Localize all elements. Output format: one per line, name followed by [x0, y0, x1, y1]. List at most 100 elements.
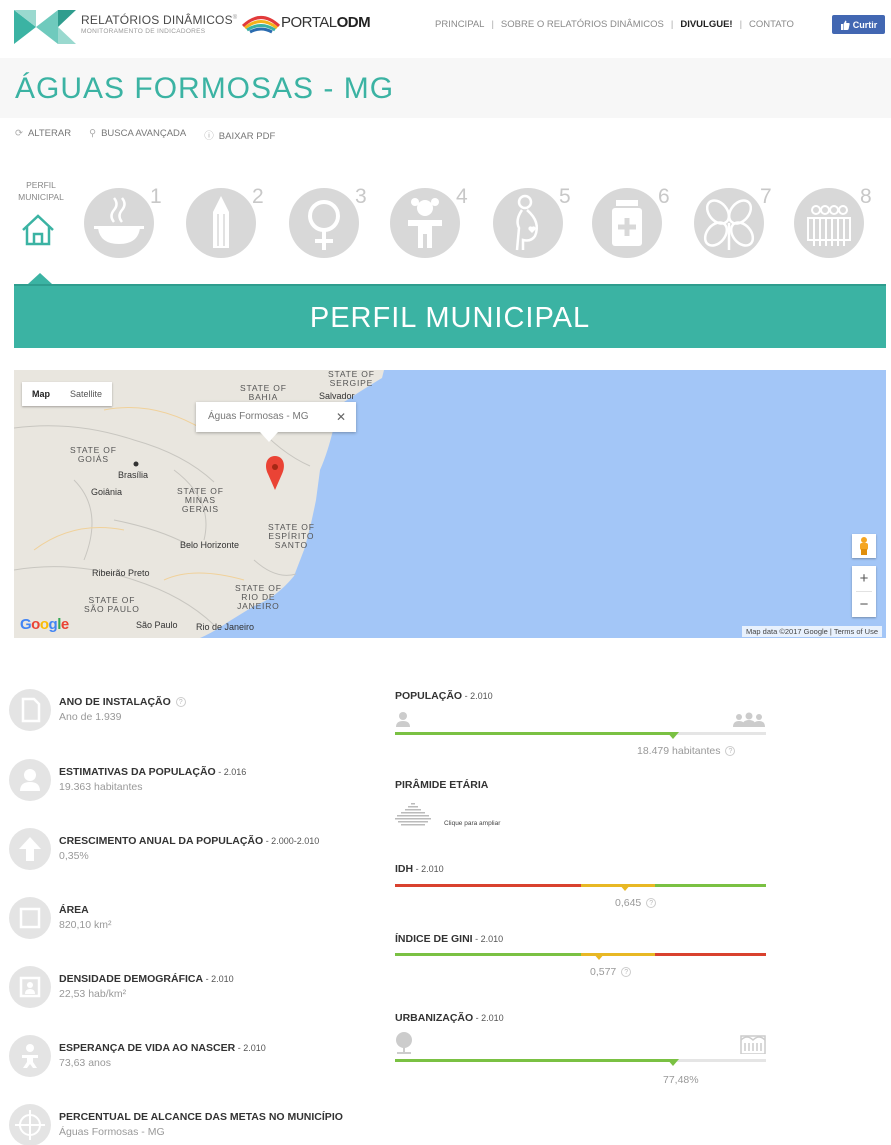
baixar-pdf-link[interactable]: ⓘ BAIXAR PDF: [204, 128, 275, 142]
zoom-control: + −: [852, 566, 876, 617]
leaf-icon: [703, 199, 755, 250]
goal-2[interactable]: 2: [186, 185, 264, 265]
section-header: PERFIL MUNICIPAL: [14, 284, 886, 348]
tree-icon: [396, 1032, 412, 1054]
pencil-icon: [213, 196, 229, 248]
zoom-in-button[interactable]: +: [852, 566, 876, 591]
goal-number: 2: [252, 185, 264, 208]
help-icon[interactable]: ?: [646, 898, 657, 909]
populacao-bar-fill: [395, 732, 674, 735]
map-type-map[interactable]: Map: [22, 382, 60, 406]
alterar-link[interactable]: ⟳ ALTERAR: [15, 128, 71, 142]
goal-7[interactable]: 7: [694, 185, 772, 265]
goal-1[interactable]: 1: [84, 185, 162, 265]
main-nav: PRINCIPAL | SOBRE O RELATÓRIOS DINÂMICOS…: [435, 19, 794, 30]
child-icon: [408, 198, 442, 248]
nav-separator: |: [670, 19, 674, 30]
map-info-window: Águas Formosas - MG ✕: [196, 402, 356, 442]
facebook-like-button[interactable]: Curtir: [832, 15, 885, 34]
pregnant-icon: [515, 194, 538, 251]
urbanizacao-bar-fill: [395, 1059, 674, 1062]
info-crescimento-anual: CRESCIMENTO ANUAL DA POPULAÇÃO - 2.000-2…: [9, 828, 389, 872]
help-icon[interactable]: ?: [725, 746, 736, 757]
portal-odm-logo-icon[interactable]: [241, 13, 281, 37]
info-esperanca-vida: ESPERANÇA DE VIDA AO NASCER - 2.010 73,6…: [9, 1035, 389, 1079]
map-label-state: STATE OF SÃO PAULO: [84, 595, 140, 614]
portal-odm-logo-text[interactable]: PORTALODM: [281, 14, 371, 31]
goal-3[interactable]: 3: [289, 185, 367, 265]
goal-5[interactable]: 5: [493, 185, 571, 265]
zoom-out-button[interactable]: −: [852, 592, 876, 617]
relatorios-dinamicos-logo-icon[interactable]: [14, 10, 76, 44]
map-attribution[interactable]: Map data ©2017 Google | Terms of Use: [742, 626, 882, 637]
gini-label: ÍNDICE DE GINI - 2.010: [395, 933, 504, 945]
page-title: ÁGUAS FORMOSAS - MG: [15, 72, 395, 105]
goal-number: 7: [760, 185, 772, 208]
female-icon: [308, 200, 340, 250]
age-pyramid-icon[interactable]: [395, 802, 431, 830]
info-percentual-metas[interactable]: PERCENTUAL DE ALCANCE DAS METAS NO MUNIC…: [9, 1104, 389, 1145]
idh-label: IDH - 2.010: [395, 863, 444, 875]
nav-separator: |: [739, 19, 743, 30]
goal-number: 6: [658, 185, 670, 208]
map-label-state: STATE OF ESPÍRITO SANTO: [268, 522, 315, 550]
title-band: ÁGUAS FORMOSAS - MG: [0, 58, 891, 118]
map-label-city: Ribeirão Preto: [92, 568, 150, 578]
brand-title[interactable]: RELATÓRIOS DINÂMICOS®: [81, 13, 237, 27]
active-tab-pointer: [28, 273, 52, 284]
urbanizacao-value: 77,48%: [663, 1074, 699, 1086]
goal-8[interactable]: 8: [794, 185, 872, 265]
idh-marker: [619, 884, 632, 891]
gini-marker: [593, 953, 606, 960]
map-label-state: STATE OF RIO DE JANEIRO: [235, 583, 282, 611]
map-label-state: STATE OF SERGIPE: [328, 370, 375, 388]
close-icon[interactable]: ✕: [336, 410, 346, 424]
search-icon: ⚲: [89, 128, 97, 139]
goal-number: 5: [559, 185, 571, 208]
map-label-state: STATE OF BAHIA: [240, 383, 287, 402]
medicine-icon: [612, 200, 642, 246]
toolbar: ⟳ ALTERAR ⚲ BUSCA AVANÇADA ⓘ BAIXAR PDF: [15, 128, 275, 142]
street-view-pegman-icon[interactable]: [852, 534, 876, 558]
nav-separator: |: [491, 19, 494, 30]
thumbs-up-icon: [840, 20, 850, 30]
top-bar: RELATÓRIOS DINÂMICOS® MONITORAMENTO DE I…: [0, 0, 891, 56]
map-type-control: Map Satellite: [22, 382, 113, 406]
person-icon: [9, 759, 51, 801]
google-logo[interactable]: Google: [20, 616, 69, 633]
profile-tab-label[interactable]: PERFIL MUNICIPAL: [14, 179, 68, 203]
info-area: ÁREA 820,10 km²: [9, 897, 389, 941]
nav-divulgue[interactable]: DIVULGUE!: [680, 19, 732, 30]
piramide-ampliar-link[interactable]: Clique para ampliar: [444, 820, 500, 827]
help-icon[interactable]: ?: [175, 697, 186, 708]
house-icon[interactable]: [20, 212, 56, 248]
gini-bar: [395, 953, 766, 960]
section-title: PERFIL MUNICIPAL: [309, 302, 591, 334]
nav-contato[interactable]: CONTATO: [749, 19, 794, 30]
urbanizacao-bar: [395, 1059, 766, 1066]
portrait-icon: [9, 966, 51, 1008]
goal-4[interactable]: 4: [390, 185, 468, 265]
map-type-satellite[interactable]: Satellite: [60, 382, 112, 406]
person-small-icon: [396, 712, 410, 727]
people-small-icon: [733, 712, 765, 727]
nav-sobre[interactable]: SOBRE O RELATÓRIOS DINÂMICOS: [501, 19, 664, 30]
buildings-icon: [740, 1035, 766, 1054]
arrow-up-icon: [9, 828, 51, 870]
populacao-bar: [395, 732, 766, 739]
map-view[interactable]: Map Satellite Águas Formosas - MG ✕ STAT…: [14, 370, 886, 638]
baby-icon: [9, 1035, 51, 1077]
urbanizacao-marker: [667, 1059, 680, 1066]
nav-principal[interactable]: PRINCIPAL: [435, 19, 484, 30]
map-land: [14, 370, 384, 638]
populacao-label: POPULAÇÃO - 2.010: [395, 690, 493, 702]
download-icon: ⓘ: [204, 131, 214, 142]
map-label-city: Belo Horizonte: [180, 540, 240, 550]
target-icon: [9, 1104, 51, 1145]
populacao-value: 18.479 habitantes ?: [637, 745, 736, 757]
goal-6[interactable]: 6: [592, 185, 670, 265]
map-label-state: STATE OF GOIÁS: [70, 445, 117, 464]
help-icon[interactable]: ?: [621, 967, 632, 978]
map-label-city: Rio de Janeiro: [196, 622, 255, 632]
busca-avancada-link[interactable]: ⚲ BUSCA AVANÇADA: [89, 128, 186, 142]
